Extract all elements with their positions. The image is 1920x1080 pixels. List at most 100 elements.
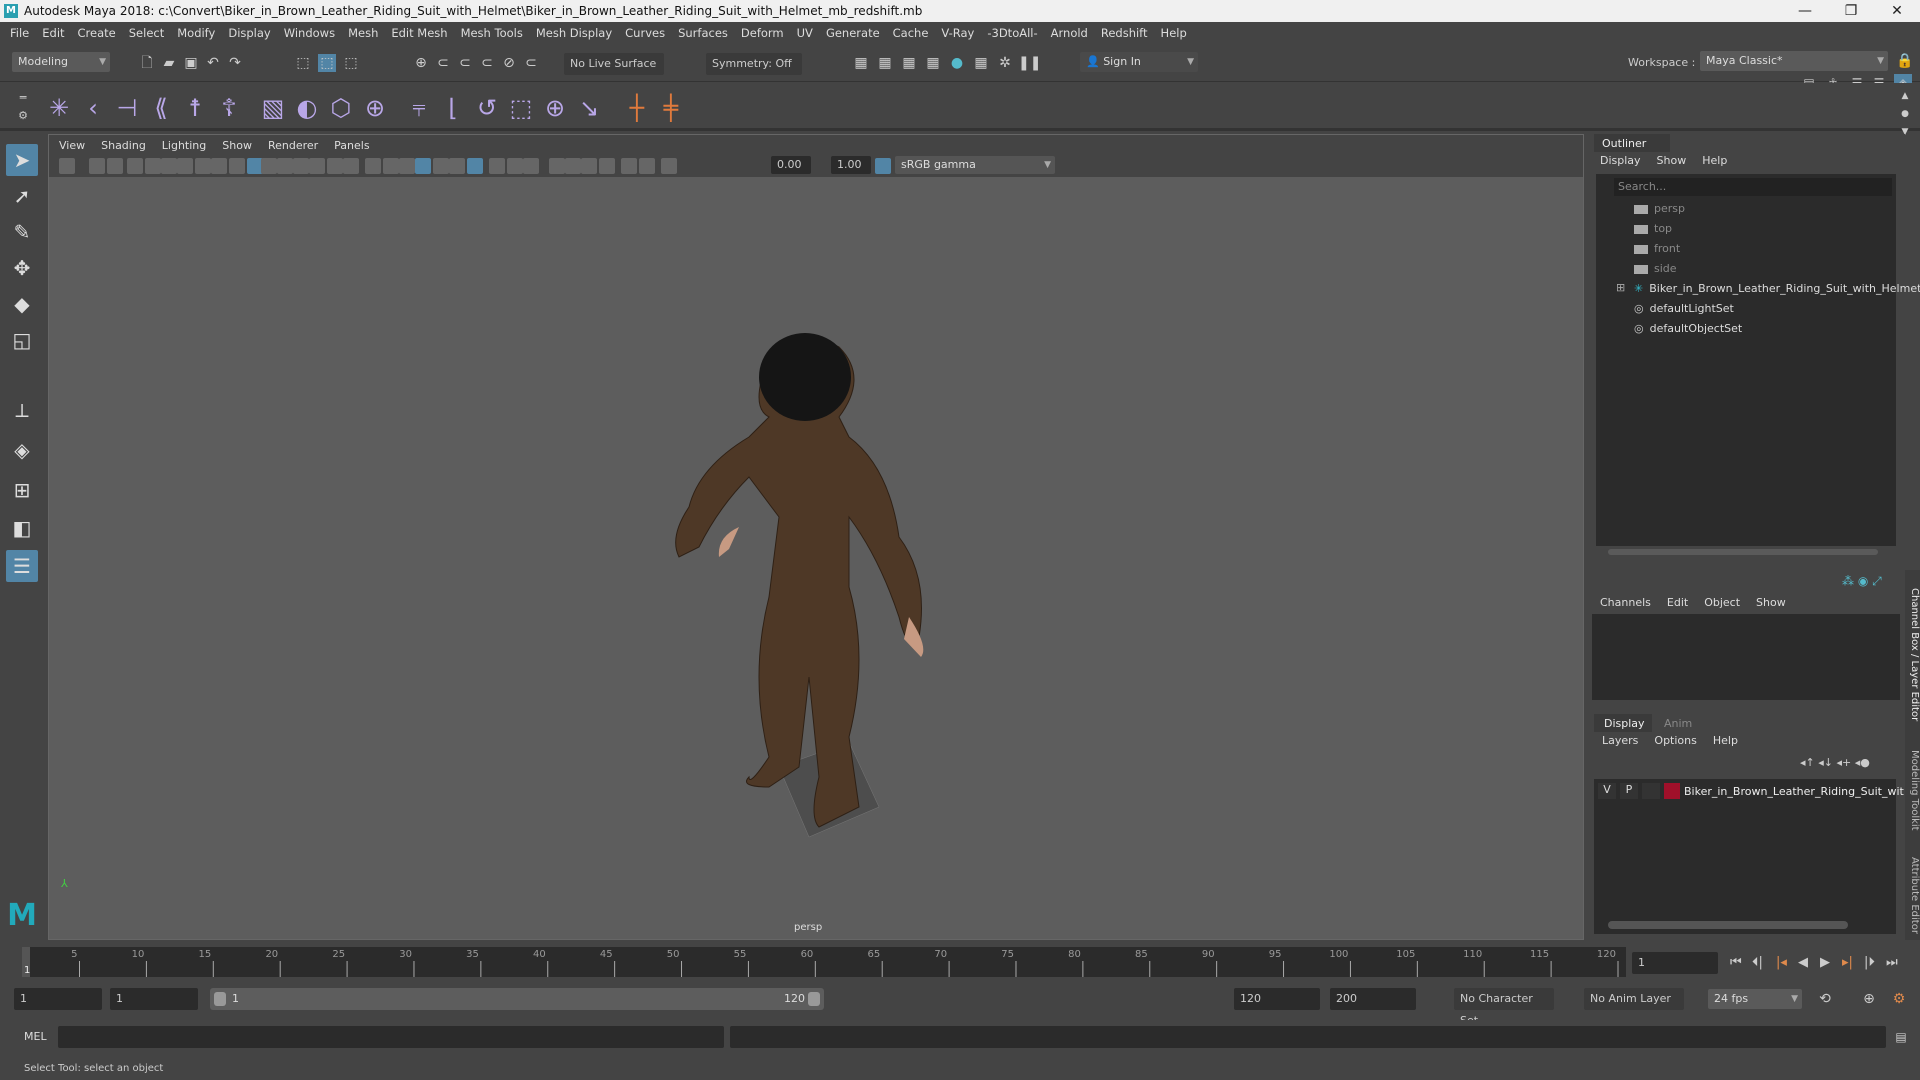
step-forward-frame-button[interactable]: ▸|	[1842, 955, 1853, 970]
layer-editor-menu-layers[interactable]: Layers	[1602, 734, 1638, 747]
shelf-tabs-icon[interactable]: ═	[14, 89, 32, 107]
layer-name[interactable]: Biker_in_Brown_Leather_Riding_Suit_wit	[1684, 785, 1904, 798]
viewport-tool-icon[interactable]	[489, 158, 505, 174]
menu-surfaces[interactable]: Surfaces	[678, 26, 728, 40]
undo-icon[interactable]: ↶	[204, 54, 222, 72]
end-time-field[interactable]: 120	[1234, 988, 1320, 1010]
viewport-tool-icon[interactable]	[229, 158, 245, 174]
rotate-tool-icon[interactable]: ◆	[6, 288, 38, 320]
viewport-tool-icon[interactable]	[467, 158, 483, 174]
paint-weights-icon[interactable]: ◐	[292, 93, 322, 123]
restore-button[interactable]: ❐	[1828, 0, 1874, 22]
cluster-icon[interactable]: ⊕	[360, 93, 390, 123]
viewport-tool-icon[interactable]	[59, 158, 75, 174]
two-view-icon[interactable]: ◧	[6, 512, 38, 544]
layer-type-toggle[interactable]	[1642, 783, 1660, 799]
menu-arnold[interactable]: Arnold	[1051, 26, 1088, 40]
step-forward-key-button[interactable]: |⏵	[1864, 955, 1875, 970]
menu-redshift[interactable]: Redshift	[1101, 26, 1148, 40]
viewport-tool-icon[interactable]	[107, 158, 123, 174]
sign-in-button[interactable]: 👤 Sign In ▼	[1080, 52, 1198, 72]
new-scene-icon[interactable]: 🗋	[138, 54, 156, 72]
minimize-button[interactable]: —	[1782, 0, 1828, 22]
viewport-tool-icon[interactable]	[365, 158, 381, 174]
orient-constraint-icon[interactable]: ↺	[472, 93, 502, 123]
viewport-tool-icon[interactable]	[89, 158, 105, 174]
channel-box-menu-object[interactable]: Object	[1704, 596, 1740, 609]
menu-3dtoall[interactable]: -3DtoAll-	[987, 26, 1037, 40]
viewport-tool-icon[interactable]	[581, 158, 597, 174]
select-component-icon[interactable]: ⬚	[342, 54, 360, 72]
snap-pivot-icon[interactable]: ⊂	[522, 54, 540, 72]
3d-scene[interactable]: ⅄ persp	[49, 177, 1583, 939]
quick-rig-icon[interactable]: ☨	[180, 93, 210, 123]
viewport-tool-icon[interactable]	[261, 158, 277, 174]
ik-handle-icon[interactable]: ‹	[78, 93, 108, 123]
outliner-menu-help[interactable]: Help	[1702, 154, 1727, 167]
viewport-menu-renderer[interactable]: Renderer	[268, 139, 318, 152]
viewport-tool-icon[interactable]	[211, 158, 227, 174]
render-view-icon[interactable]: ▦	[876, 54, 894, 72]
menu-file[interactable]: File	[10, 26, 29, 40]
parent-constraint-icon[interactable]: ⫧	[404, 93, 434, 123]
menu-deform[interactable]: Deform	[741, 26, 784, 40]
time-slider[interactable]: 5 10 15 20 25 30 35 40 45 50 55 60 65 70 75 80 85 90 95 100…	[22, 947, 1626, 977]
paint-select-icon[interactable]: ✎	[6, 216, 38, 248]
human-ik-shelf-icon[interactable]: ☦	[214, 93, 244, 123]
go-to-start-button[interactable]: ⏮	[1730, 955, 1742, 970]
anim-end-field[interactable]: 200	[1330, 988, 1416, 1010]
viewport-tool-icon[interactable]	[565, 158, 581, 174]
hypershade-icon[interactable]: ●	[948, 54, 966, 72]
layer-playback-toggle[interactable]: P	[1620, 783, 1638, 799]
pole-vector-icon[interactable]: ↘	[574, 93, 604, 123]
character-set-dropdown[interactable]: No Character Set	[1454, 988, 1554, 1027]
outliner-layout-icon[interactable]: ☰	[6, 550, 38, 582]
play-forward-button[interactable]: ▶	[1820, 955, 1830, 970]
menu-edit[interactable]: Edit	[42, 26, 64, 40]
single-view-icon[interactable]: ◈	[6, 434, 38, 466]
layer-editor-menu-help[interactable]: Help	[1713, 734, 1738, 747]
expand-icon[interactable]: ⊞	[1616, 281, 1625, 294]
fps-dropdown[interactable]: 24 fps ▼	[1708, 989, 1802, 1009]
viewport-tool-icon[interactable]	[343, 158, 359, 174]
anim-layer-dropdown[interactable]: No Anim Layer	[1584, 988, 1684, 1010]
script-editor-icon[interactable]: ▤	[1892, 1028, 1910, 1046]
layer-tab-anim[interactable]: Anim	[1654, 714, 1702, 732]
scale-tool-icon[interactable]: ◱	[6, 324, 38, 356]
auto-key-icon[interactable]: ⊕	[1860, 990, 1878, 1008]
loop-icon[interactable]: ⟲	[1816, 990, 1834, 1008]
viewport-tool-icon[interactable]	[599, 158, 615, 174]
side-tab-attribute-editor[interactable]: Attribute Editor	[1905, 850, 1920, 940]
viewport-tool-icon[interactable]	[523, 158, 539, 174]
outliner-item[interactable]: side	[1634, 260, 1677, 278]
anim-start-field[interactable]: 1	[110, 988, 198, 1010]
outliner-tab[interactable]: Outliner	[1594, 134, 1670, 152]
outliner-menu-show[interactable]: Show	[1657, 154, 1687, 167]
viewport-tool-icon[interactable]	[293, 158, 309, 174]
side-tab-channel-box[interactable]: Channel Box / Layer Editor	[1905, 580, 1920, 730]
layer-buttons-icons[interactable]: ◂↑ ◂↓ ◂+ ◂●	[1800, 756, 1870, 769]
viewport-tool-icon[interactable]	[127, 158, 143, 174]
viewport-tool-icon[interactable]	[399, 158, 415, 174]
menu-cache[interactable]: Cache	[893, 26, 929, 40]
layer-row[interactable]: V P Biker_in_Brown_Leather_Riding_Suit_w…	[1598, 783, 1904, 799]
orient-joint-icon[interactable]: ╪	[656, 93, 686, 123]
snap-grid-icon[interactable]: ⊕	[412, 54, 430, 72]
side-tab-modeling-toolkit[interactable]: Modeling Toolkit	[1905, 740, 1920, 840]
workspace-dropdown[interactable]: Maya Classic* ▼	[1700, 51, 1888, 71]
viewport-tool-icon[interactable]	[549, 158, 565, 174]
ik-spline-icon[interactable]: ⊣	[112, 93, 142, 123]
viewport-tool-icon[interactable]	[327, 158, 343, 174]
menu-modify[interactable]: Modify	[177, 26, 215, 40]
viewport-tool-icon[interactable]	[639, 158, 655, 174]
current-frame-field[interactable]: 1	[1632, 952, 1718, 974]
viewport-tool-icon[interactable]	[309, 158, 325, 174]
lasso-tool-icon[interactable]: ➚	[6, 180, 38, 212]
menu-help[interactable]: Help	[1161, 26, 1187, 40]
color-space-dropdown[interactable]: sRGB gamma ▼	[895, 156, 1055, 174]
color-management-icon[interactable]	[875, 158, 891, 174]
viewport-tool-icon[interactable]	[433, 158, 449, 174]
render-setup-icon[interactable]: ▦	[972, 54, 990, 72]
symmetry-dropdown[interactable]: Symmetry: Off	[706, 53, 802, 75]
viewport-tool-icon[interactable]	[621, 158, 637, 174]
